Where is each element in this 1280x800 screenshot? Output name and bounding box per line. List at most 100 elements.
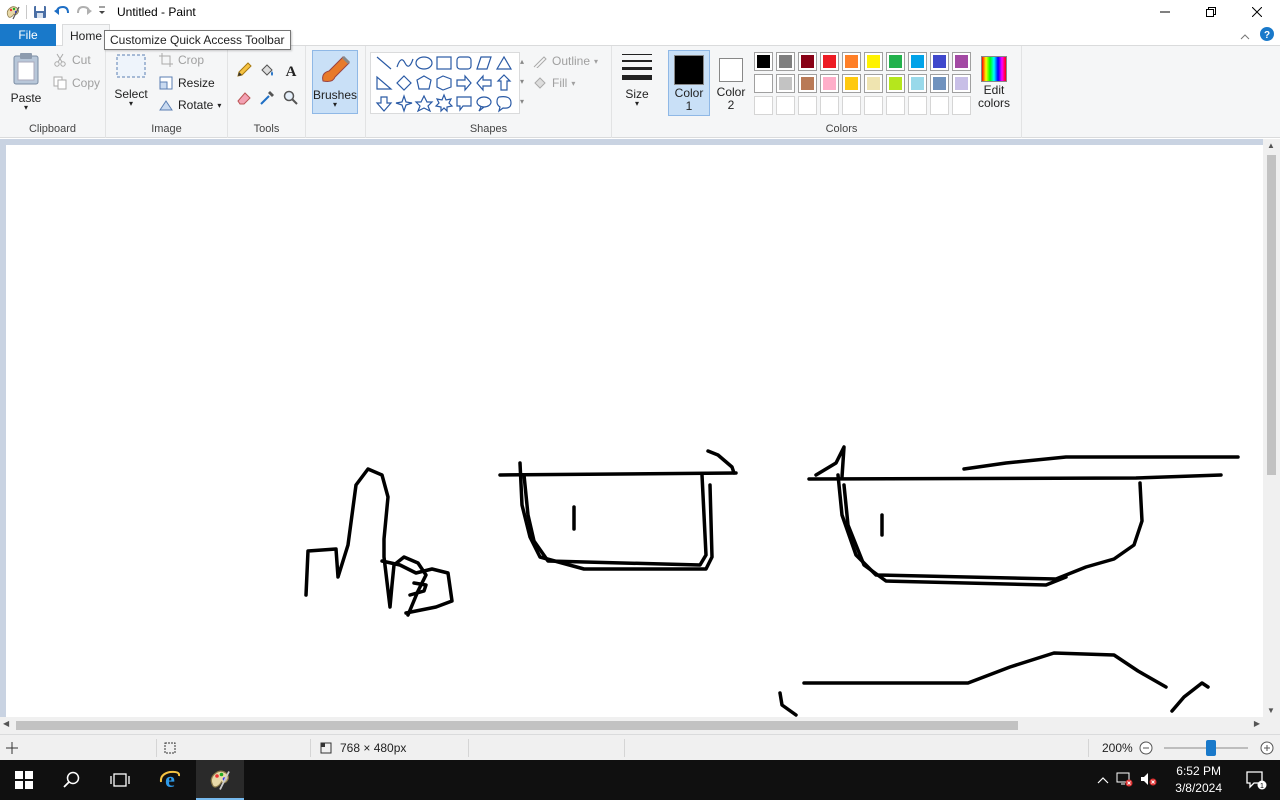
select-button[interactable]: Select ▾ [112, 52, 150, 116]
select-dropdown-icon[interactable]: ▾ [112, 100, 150, 108]
copy-button[interactable]: Copy [52, 73, 100, 93]
zoom-slider-thumb[interactable] [1206, 740, 1216, 756]
resize-button[interactable]: Resize [158, 73, 215, 93]
vertical-scroll-thumb[interactable] [1267, 155, 1276, 475]
shapes-gallery[interactable] [370, 52, 520, 114]
rotate-label: Rotate [178, 98, 214, 112]
task-view-icon [110, 773, 130, 787]
palette-swatch[interactable] [952, 52, 971, 71]
palette-swatch[interactable] [798, 52, 817, 71]
minimize-button[interactable] [1142, 0, 1188, 24]
rotate-button[interactable]: Rotate ▾ [158, 95, 221, 115]
palette-swatch[interactable] [952, 96, 971, 115]
start-button[interactable] [0, 760, 48, 800]
collapse-ribbon-icon[interactable] [1240, 29, 1250, 43]
restore-button[interactable] [1188, 0, 1234, 24]
palette-swatch[interactable] [842, 96, 861, 115]
magnifier-icon[interactable] [283, 90, 299, 106]
palette-swatch-color [801, 55, 814, 68]
scroll-left-icon[interactable]: ◀ [3, 719, 9, 728]
cut-button[interactable]: Cut [52, 50, 91, 70]
palette-swatch[interactable] [776, 52, 795, 71]
palette-swatch[interactable] [754, 74, 773, 93]
palette-swatch[interactable] [820, 74, 839, 93]
palette-swatch[interactable] [754, 96, 773, 115]
fill-bucket-icon[interactable] [259, 62, 275, 78]
palette-swatch[interactable] [776, 74, 795, 93]
palette-swatch[interactable] [908, 74, 927, 93]
volume-icon[interactable] [1136, 771, 1160, 790]
clipboard-group-label: Clipboard [28, 123, 77, 135]
palette-swatch[interactable] [842, 74, 861, 93]
palette-swatch[interactable] [886, 52, 905, 71]
scroll-right-icon[interactable]: ▶ [1254, 719, 1260, 728]
palette-swatch[interactable] [908, 52, 927, 71]
palette-swatch[interactable] [864, 52, 883, 71]
show-hidden-icons-icon[interactable] [1094, 773, 1112, 787]
internet-explorer-button[interactable]: e [146, 760, 194, 800]
system-tray [1094, 760, 1160, 800]
palette-swatch[interactable] [798, 74, 817, 93]
palette-swatch[interactable] [842, 52, 861, 71]
paint-taskbar-button[interactable] [196, 760, 244, 800]
paste-button[interactable]: Paste ▾ [6, 50, 46, 116]
scroll-down-icon[interactable]: ▼ [1267, 706, 1275, 715]
color1-button[interactable]: Color 1 [668, 50, 710, 116]
tab-home[interactable]: Home [62, 24, 110, 47]
outline-button[interactable]: Outline ▾ [532, 51, 598, 71]
action-center-button[interactable]: 1 [1232, 760, 1280, 800]
brushes-dropdown-icon: ▾ [332, 100, 337, 109]
search-button[interactable] [48, 760, 96, 800]
task-view-button[interactable] [96, 760, 144, 800]
size-button[interactable]: Size ▾ [618, 52, 656, 116]
pencil-icon[interactable] [236, 62, 252, 78]
palette-swatch[interactable] [886, 74, 905, 93]
horizontal-scrollbar[interactable]: ◀ ▶ [0, 717, 1263, 734]
eraser-icon[interactable] [236, 90, 252, 106]
palette-swatch-color [801, 77, 814, 90]
palette-swatch[interactable] [864, 96, 883, 115]
zoom-in-button[interactable] [1260, 741, 1274, 758]
palette-swatch[interactable] [776, 96, 795, 115]
fill-button[interactable]: Fill ▾ [532, 73, 575, 93]
zoom-out-button[interactable] [1139, 741, 1153, 758]
paste-dropdown-icon[interactable]: ▾ [6, 104, 46, 112]
crop-button[interactable]: Crop [158, 50, 204, 70]
palette-swatch[interactable] [864, 74, 883, 93]
shapes-gallery-scroll[interactable]: ▴ ▾ ▾ [516, 52, 528, 114]
palette-swatch[interactable] [930, 52, 949, 71]
edit-colors-button[interactable]: Edit colors [972, 50, 1016, 116]
undo-icon[interactable] [51, 1, 73, 23]
scroll-up-icon[interactable]: ▲ [1267, 141, 1275, 150]
redo-icon[interactable] [73, 1, 95, 23]
text-tool-icon[interactable]: A [283, 62, 299, 78]
drawing-canvas[interactable] [6, 145, 1263, 717]
rotate-dropdown-icon: ▾ [217, 100, 222, 110]
shapes-group: ▴ ▾ ▾ Outline ▾ Fill ▾ Shapes [366, 46, 612, 138]
network-icon[interactable] [1112, 771, 1136, 790]
tab-file[interactable]: File [0, 24, 56, 46]
color-picker-icon[interactable] [259, 90, 275, 106]
paint-app-icon[interactable] [2, 1, 24, 23]
close-button[interactable] [1234, 0, 1280, 24]
outline-dropdown-icon: ▾ [594, 56, 599, 66]
vertical-scrollbar[interactable]: ▲ ▼ [1263, 139, 1280, 717]
palette-swatch[interactable] [754, 52, 773, 71]
palette-swatch[interactable] [820, 52, 839, 71]
color1-number: 1 [685, 99, 693, 113]
brushes-button[interactable]: Brushes ▾ [312, 50, 358, 114]
horizontal-scroll-thumb[interactable] [16, 721, 1018, 730]
palette-swatch[interactable] [930, 74, 949, 93]
image-size: 768 × 480px [318, 735, 406, 761]
taskbar-clock[interactable]: 6:52 PM 3/8/2024 [1175, 763, 1222, 797]
palette-swatch[interactable] [930, 96, 949, 115]
color2-button[interactable]: Color 2 [712, 50, 750, 116]
customize-qat-dropdown-icon[interactable] [95, 1, 109, 23]
palette-swatch[interactable] [952, 74, 971, 93]
help-icon[interactable]: ? [1260, 27, 1274, 44]
palette-swatch[interactable] [886, 96, 905, 115]
palette-swatch[interactable] [798, 96, 817, 115]
palette-swatch[interactable] [908, 96, 927, 115]
palette-swatch[interactable] [820, 96, 839, 115]
save-icon[interactable] [29, 1, 51, 23]
